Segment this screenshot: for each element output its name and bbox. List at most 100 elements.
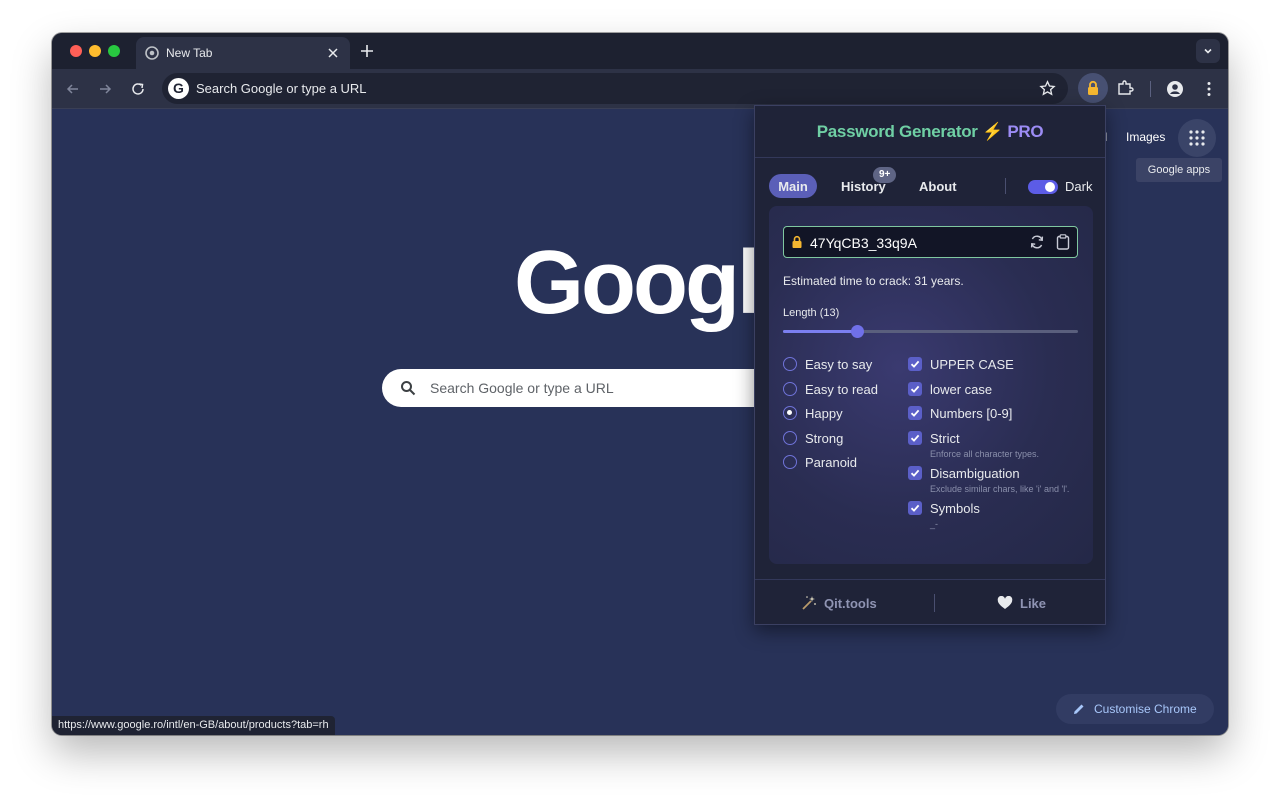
mode-radio[interactable] — [783, 431, 797, 445]
option-line: Strict — [908, 428, 1039, 448]
profile-avatar-icon[interactable] — [1166, 80, 1184, 98]
magic-wand-icon — [802, 596, 816, 610]
length-slider[interactable] — [783, 325, 1078, 338]
check-icon — [910, 385, 920, 393]
option-description: _- — [930, 519, 939, 529]
mode-radio[interactable] — [783, 455, 797, 469]
option-label: Disambiguation — [930, 465, 1020, 481]
more-options-icon[interactable] — [1200, 80, 1218, 98]
option-line: Symbols — [908, 498, 980, 518]
tab-title: New Tab — [166, 46, 213, 60]
pencil-icon — [1074, 704, 1084, 714]
popup-title-pro: ⚡ PRO — [982, 122, 1044, 141]
chrome-icon — [145, 46, 159, 60]
generator-panel: 47YqCB3_33q9A Estimated time to crack: 3… — [769, 206, 1093, 564]
tabs-divider — [1005, 178, 1006, 194]
option-checkbox[interactable] — [908, 406, 922, 420]
tab-new-tab[interactable]: New Tab — [136, 37, 350, 69]
heart-icon — [997, 596, 1013, 609]
popup-footer: Qit.tools Like — [755, 579, 1105, 625]
mode-radio[interactable] — [783, 406, 797, 420]
crack-time-text: Estimated time to crack: 31 years. — [783, 274, 964, 288]
option-item[interactable]: Strict Enforce all character types. — [908, 428, 1039, 460]
mode-option[interactable]: Easy to read — [783, 379, 878, 399]
mode-label: Happy — [805, 405, 843, 421]
google-apps-tooltip: Google apps — [1136, 158, 1222, 182]
google-apps-button[interactable] — [1178, 119, 1216, 157]
option-item[interactable]: Disambiguation Exclude similar chars, lik… — [908, 463, 1069, 495]
clipboard-icon[interactable] — [1056, 234, 1070, 250]
check-icon — [910, 504, 920, 512]
mode-label: Easy to say — [805, 356, 873, 372]
mode-label: Paranoid — [805, 454, 858, 470]
password-generator-popup: Password Generator ⚡ PRO Main History 9+… — [754, 105, 1106, 625]
qit-tools-link[interactable]: Qit.tools — [801, 580, 877, 626]
option-label: UPPER CASE — [930, 356, 1014, 372]
back-icon[interactable] — [64, 80, 82, 98]
apps-grid-icon — [1189, 130, 1205, 146]
mode-option[interactable]: Strong — [783, 428, 843, 448]
mode-radio[interactable] — [783, 357, 797, 371]
google-g-icon: G — [168, 78, 189, 99]
bookmark-star-icon[interactable] — [1039, 80, 1056, 97]
like-button[interactable]: Like — [997, 580, 1046, 626]
option-checkbox[interactable] — [908, 501, 922, 515]
customise-chrome-label: Customise Chrome — [1094, 702, 1197, 716]
maximize-window-button[interactable] — [108, 45, 120, 57]
check-icon — [910, 360, 920, 368]
option-item[interactable]: Numbers [0-9] — [908, 403, 1012, 423]
extensions-puzzle-icon[interactable] — [1116, 79, 1134, 97]
minimize-window-button[interactable] — [89, 45, 101, 57]
address-bar[interactable]: G Search Google or type a URL — [162, 73, 1068, 104]
tab-about[interactable]: About — [919, 174, 957, 198]
option-line: UPPER CASE — [908, 354, 1014, 374]
dark-mode-toggle[interactable] — [1028, 180, 1058, 194]
lock-icon — [792, 235, 802, 248]
length-slider-fill — [783, 330, 857, 333]
address-bar-text: Search Google or type a URL — [196, 81, 367, 96]
mode-option[interactable]: Easy to say — [783, 354, 872, 374]
mode-label: Easy to read — [805, 381, 878, 397]
mode-option[interactable]: Happy — [783, 403, 843, 423]
option-line: Numbers [0-9] — [908, 403, 1012, 423]
images-link[interactable]: Images — [1126, 130, 1165, 144]
refresh-icon[interactable] — [1029, 234, 1045, 250]
tab-strip: New Tab — [52, 33, 1228, 69]
length-label: Length (13) — [783, 307, 840, 319]
tab-search-button[interactable] — [1196, 39, 1220, 63]
tab-main[interactable]: Main — [769, 174, 817, 198]
reload-icon[interactable] — [129, 80, 147, 98]
option-description: Enforce all character types. — [930, 449, 1040, 459]
option-line: lower case — [908, 379, 992, 399]
mode-option[interactable]: Paranoid — [783, 452, 857, 472]
mode-label: Strong — [805, 430, 844, 446]
close-tab-icon[interactable] — [324, 44, 342, 62]
option-description: Exclude similar chars, like 'i' and 'l'. — [930, 484, 1070, 494]
option-item[interactable]: UPPER CASE — [908, 354, 1014, 374]
check-icon — [910, 409, 920, 417]
new-tab-button[interactable] — [358, 42, 376, 60]
footer-divider — [934, 594, 935, 612]
toggle-knob — [1045, 182, 1055, 192]
mode-radio[interactable] — [783, 382, 797, 396]
toolbar-divider — [1150, 81, 1151, 97]
qit-tools-label: Qit.tools — [824, 595, 877, 611]
close-window-button[interactable] — [70, 45, 82, 57]
popup-tabs: Main History 9+ About Dark — [755, 158, 1105, 206]
option-item[interactable]: Symbols _- — [908, 498, 980, 530]
customise-chrome-button[interactable]: Customise Chrome — [1056, 694, 1214, 724]
option-checkbox[interactable] — [908, 382, 922, 396]
option-checkbox[interactable] — [908, 431, 922, 445]
like-label: Like — [1020, 595, 1047, 611]
option-label: Symbols — [930, 500, 980, 516]
option-checkbox[interactable] — [908, 357, 922, 371]
popup-title-main: Password Generator — [816, 122, 978, 141]
history-count-badge: 9+ — [873, 167, 897, 183]
length-slider-thumb[interactable] — [850, 325, 864, 338]
option-item[interactable]: lower case — [908, 379, 992, 399]
password-generator-extension-button[interactable] — [1078, 73, 1108, 103]
password-value: 47YqCB3_33q9A — [810, 235, 917, 251]
password-field[interactable]: 47YqCB3_33q9A — [783, 226, 1078, 258]
forward-icon[interactable] — [96, 80, 114, 98]
option-checkbox[interactable] — [908, 466, 922, 480]
